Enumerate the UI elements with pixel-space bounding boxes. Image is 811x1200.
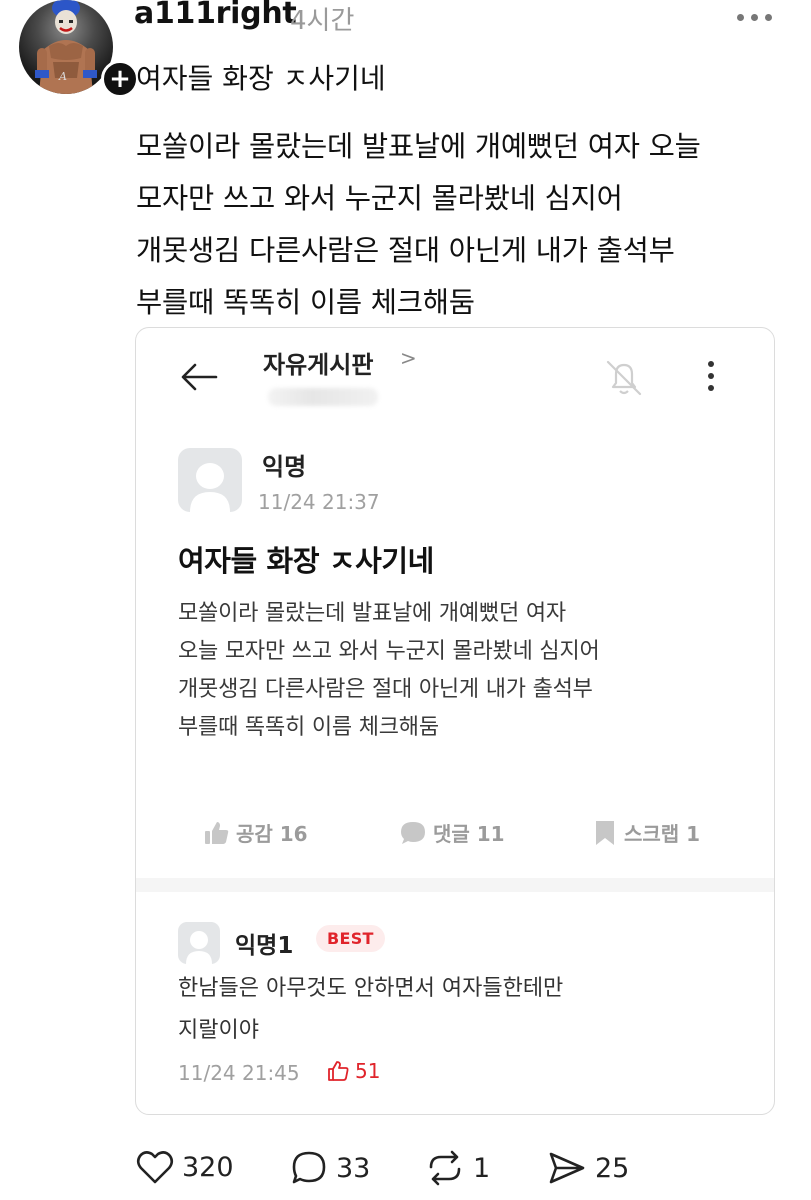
more-options-icon[interactable] [737, 10, 777, 24]
post-date: 11/24 21:37 [258, 490, 380, 514]
post-body-line: 개못생김 다른사람은 절대 아닌게 내가 출석부 [136, 234, 675, 267]
board-name: 자유게시판 [263, 351, 374, 379]
username[interactable]: a111right [134, 0, 297, 31]
post-timestamp: 4시간 [290, 6, 355, 36]
heart-icon [136, 1151, 174, 1184]
chevron-right-icon: > [400, 346, 417, 370]
blurred-subtitle [268, 388, 378, 406]
comment-body: 한남들은 아무것도 안하면서 여자들한테만 지랄이야 [178, 968, 738, 1052]
comment-action: 댓글 11 [399, 818, 505, 847]
bookmark-icon [596, 820, 614, 845]
repost-count: 1 [473, 1152, 491, 1184]
send-icon [549, 1152, 585, 1184]
comment-line: 지랄이야 [178, 1018, 259, 1043]
avatar-signature: A [59, 70, 67, 83]
scrap-action: 스크랩 1 [592, 818, 700, 847]
comment-like: 51 [326, 1059, 380, 1083]
post-title: 여자들 화장 ㅈ사기네 [136, 62, 386, 95]
follow-plus-icon[interactable]: + [101, 60, 139, 98]
like-count: 320 [182, 1151, 234, 1183]
speech-bubble-icon [401, 821, 425, 844]
inner-action-bar: 공감 16 댓글 11 스크랩 1 [136, 806, 774, 862]
like-button[interactable]: 320 [136, 1149, 234, 1185]
profile-avatar[interactable]: A + [19, 0, 139, 98]
default-avatar-icon [190, 463, 230, 512]
kebab-menu-icon [708, 361, 714, 391]
comment-line: 한남들은 아무것도 안하면서 여자들한테만 [178, 976, 564, 1001]
like-count: 공감 16 [236, 822, 308, 846]
share-count: 25 [595, 1152, 630, 1184]
inner-body-line: 오늘 모자만 쓰고 와서 누군지 몰라봤네 심지어 [178, 639, 600, 664]
comment-like-count: 51 [355, 1059, 381, 1083]
comment-date: 11/24 21:45 [178, 1061, 300, 1085]
post-body-line: 모쏠이라 몰랐는데 발표날에 개예뻤던 여자 오늘 [136, 130, 701, 163]
comment-bubble-icon [292, 1151, 326, 1184]
post-body-line: 부를때 똑똑히 이름 체크해둠 [136, 286, 475, 319]
commenter-name: 익명1 [235, 933, 294, 959]
inner-body-line: 개못생김 다른사람은 절대 아닌게 내가 출석부 [178, 677, 593, 702]
scrap-count: 스크랩 1 [624, 822, 701, 846]
thumbs-up-outline-icon [328, 1061, 349, 1081]
attached-screenshot[interactable]: 자유게시판 > 익명 11/24 21:37 여자들 화장 ㅈ사기네 모쏠이라 … [135, 327, 775, 1115]
avatar: A [19, 0, 113, 94]
best-badge: BEST [316, 925, 385, 952]
comment-button[interactable]: 33 [290, 1149, 370, 1187]
comment-count: 댓글 11 [433, 822, 505, 846]
inner-post-body: 모쏠이라 몰랐는데 발표날에 개예뻤던 여자 오늘 모자만 쓰고 와서 누군지 … [178, 595, 748, 747]
section-divider [136, 878, 774, 892]
inner-post-title: 여자들 화장 ㅈ사기네 [178, 544, 434, 578]
post-body-line: 모자만 쓰고 와서 누군지 몰라봤네 심지어 [136, 182, 623, 215]
share-button[interactable]: 25 [547, 1149, 629, 1187]
inner-body-line: 모쏠이라 몰랐는데 발표날에 개예뻤던 여자 [178, 601, 566, 626]
author-avatar [178, 448, 242, 512]
bell-off-icon [606, 360, 642, 396]
thumbs-up-icon [205, 821, 229, 844]
author-name: 익명 [262, 453, 307, 481]
comment-count: 33 [336, 1152, 371, 1184]
back-arrow-icon [181, 363, 218, 391]
inner-body-line: 부를때 똑똑히 이름 체크해둠 [178, 715, 439, 740]
repost-button[interactable]: 1 [425, 1149, 490, 1187]
post-body: 모쏠이라 몰랐는데 발표날에 개예뻤던 여자 오늘 모자만 쓰고 와서 누군지 … [136, 121, 776, 329]
repost-icon [429, 1150, 461, 1186]
like-action: 공감 16 [202, 818, 308, 847]
default-avatar-icon [186, 931, 212, 964]
commenter-avatar [178, 922, 220, 964]
